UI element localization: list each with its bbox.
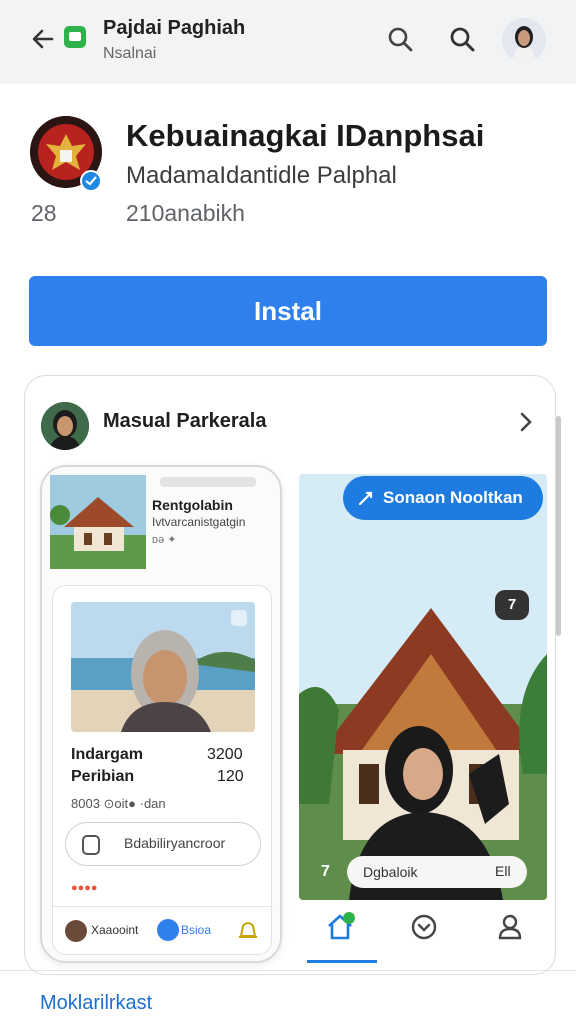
house-thumbnail[interactable] <box>50 475 146 569</box>
pill-label: Sonaon Nooltkan <box>383 488 523 507</box>
phone-status-bar <box>160 477 256 487</box>
search-icon[interactable] <box>384 24 416 56</box>
post-meta: 8003 ⊙oit● ·dan <box>71 796 166 811</box>
user-avatar[interactable] <box>65 920 87 942</box>
rating-stat: 28 <box>31 200 57 226</box>
search-icon[interactable] <box>446 24 478 56</box>
bottom-link[interactable]: Moklarilrkast <box>40 992 152 1015</box>
profile-icon[interactable] <box>495 912 525 942</box>
chevron-right-icon[interactable] <box>515 408 537 436</box>
verified-badge-icon <box>80 170 102 192</box>
chat-icon <box>82 835 100 855</box>
action-pill-button[interactable]: Sonaon Nooltkan <box>343 476 543 520</box>
divider <box>0 970 576 971</box>
notification-badge <box>343 912 355 924</box>
gear-icon[interactable] <box>157 919 179 941</box>
phone-bottom-nav: Xaaooint Bsioa <box>53 906 273 954</box>
hero-image[interactable] <box>299 474 547 900</box>
top-app-bar: Pajdai Paghiah Nsalnai <box>0 0 576 84</box>
active-tab-indicator <box>307 960 377 963</box>
install-button[interactable]: Instal <box>29 276 547 346</box>
profile-avatar[interactable] <box>502 18 546 62</box>
nav-settings-label[interactable]: Bsioa <box>181 923 211 937</box>
nav-account-label[interactable]: Xaaooint <box>91 923 138 937</box>
comment-placeholder: Bdabiliryancroor <box>124 835 226 851</box>
edit-icon <box>358 491 373 506</box>
hero-search-text: Dgbaloik <box>363 864 418 880</box>
listing-meta: ᴅ⁠⁠ə ✦ <box>152 534 177 546</box>
card-avatar <box>41 402 89 450</box>
stat-label: Indargam <box>71 746 144 763</box>
phone-content-card: Indargam 3200 Peribian 120 8003 ⊙oit● ·d… <box>52 585 273 955</box>
downloads-stat: 210anabikh <box>126 200 245 226</box>
phone-mockup: Rentgolabin Ivtvarcanistgatgin ᴅ⁠⁠ə ✦ In… <box>40 465 282 963</box>
app-developer[interactable]: MadamаIdantidle Palphal <box>126 162 397 190</box>
listing-description: Ivtvarcanistgatgin <box>152 515 246 529</box>
listing-name: Rentgolabin <box>152 497 233 513</box>
back-arrow-icon[interactable] <box>28 24 58 54</box>
stat-value: 3200 <box>207 746 243 763</box>
hero-count: 7 <box>321 863 330 880</box>
bell-icon[interactable] <box>237 918 259 942</box>
app-title: Kebuainagkai IDanphsai <box>126 118 485 153</box>
comment-input[interactable]: Bdabiliryancroor <box>65 822 261 866</box>
reaction-emojis: ●●●● <box>71 882 98 894</box>
chevron-down-circle-icon[interactable] <box>409 912 439 942</box>
scrollbar[interactable] <box>556 416 561 636</box>
hero-search-bar[interactable]: Dgbaloik Ell <box>347 856 527 888</box>
beach-photo[interactable] <box>71 602 255 732</box>
topbar-subtitle: Nsalnai <box>103 45 157 62</box>
stat-value: 120 <box>217 768 244 785</box>
stat-label: Peribian <box>71 768 135 785</box>
topbar-title: Pajdai Paghiah <box>103 17 246 39</box>
preview-card: Masual Parkerala Rentgolabin Ivtvarcanis… <box>24 375 561 975</box>
hero-search-suffix: Ell <box>495 863 511 879</box>
comment-bubble[interactable]: 7 <box>495 590 529 620</box>
app-icon <box>64 26 86 48</box>
card-title: Masual Parkerala <box>103 410 267 432</box>
